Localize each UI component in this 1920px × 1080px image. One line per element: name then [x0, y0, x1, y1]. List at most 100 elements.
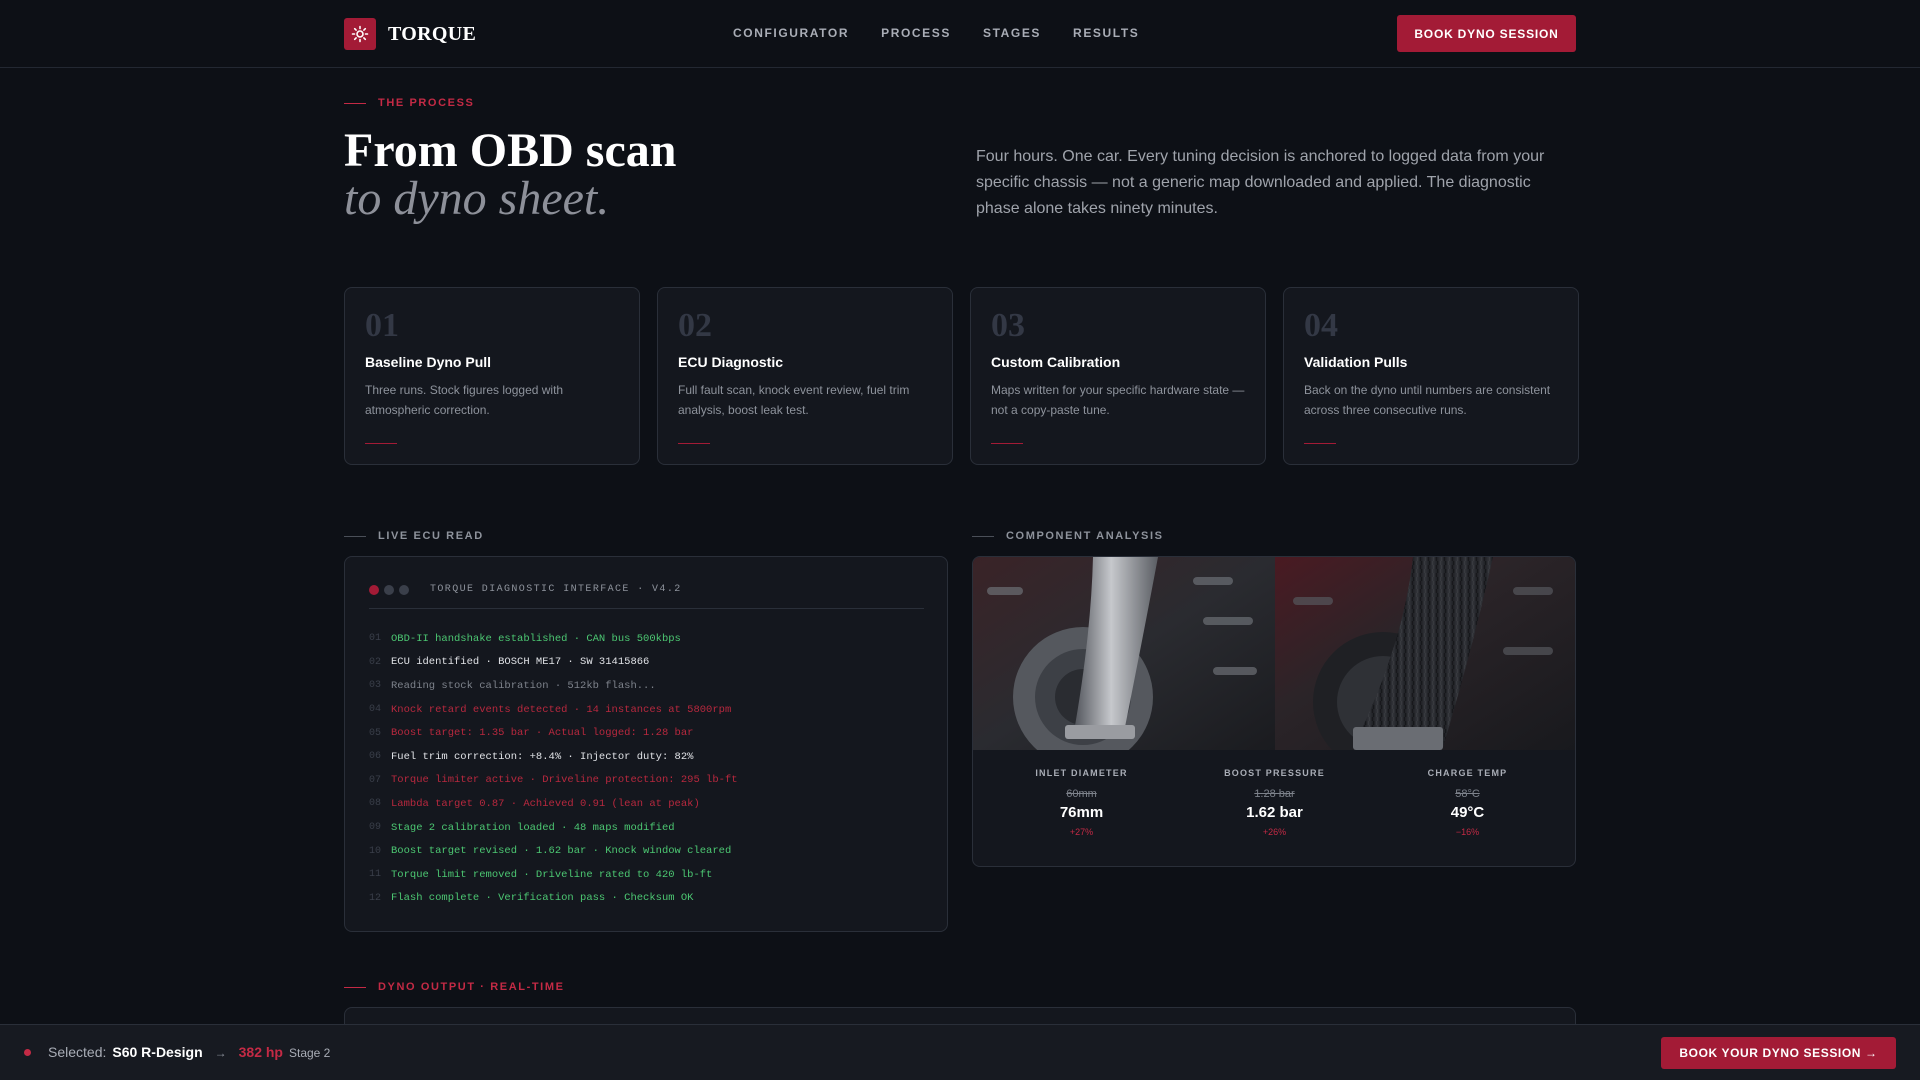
metric-delta: +27% [1069, 827, 1094, 837]
line-text: Torque limit removed · Driveline rated t… [391, 868, 713, 881]
terminal-line: 03 Reading stock calibration · 512kb flas… [369, 674, 929, 698]
component-metrics: INLET DIAMETER 60mm 76mm +27% BOOST PRES… [973, 768, 1575, 837]
terminal-line: 11 Torque limit removed · Driveline rated… [369, 863, 929, 887]
nav-stages[interactable]: STAGES [983, 26, 1041, 40]
line-text: Flash complete · Verification pass · Che… [391, 892, 694, 905]
line-text: ECU identified · BOSCH ME17 · SW 3141586… [391, 656, 650, 669]
line-text: Stage 2 calibration loaded · 48 maps mod… [391, 821, 675, 834]
book-dyno-session-button[interactable]: BOOK DYNO SESSION [1397, 15, 1576, 52]
window-dot-red [369, 585, 379, 595]
brand-logo[interactable]: TORQUE [344, 18, 476, 50]
line-text: OBD-II handshake established · CAN bus 5… [391, 632, 681, 645]
terminal-line: 06 Fuel trim correction: +8.4% · Injector… [369, 745, 929, 769]
window-dot [399, 585, 409, 595]
eyebrow-line [344, 535, 366, 537]
line-text: Knock retard events detected · 14 instan… [391, 703, 732, 716]
step-title: Custom Calibration [991, 354, 1121, 370]
line-number: 05 [369, 727, 382, 739]
metric-old-value: 1.28 bar [1254, 788, 1295, 800]
nav-process[interactable]: PROCESS [881, 26, 951, 40]
nav-configurator[interactable]: CONFIGURATOR [733, 26, 849, 40]
selection-summary: Selected: S60 R-Design → 382 hp Stage 2 [48, 1044, 330, 1060]
line-text: Lambda target 0.87 · Achieved 0.91 (lean… [391, 797, 700, 810]
status-dot [24, 1049, 31, 1056]
line-number: 12 [369, 892, 382, 904]
terminal-line: 09 Stage 2 calibration loaded · 48 maps m… [369, 816, 929, 840]
selection-bar: Selected: S60 R-Design → 382 hp Stage 2 … [0, 1024, 1920, 1080]
component-analysis-card: INLET DIAMETER 60mm 76mm +27% BOOST PRES… [972, 556, 1576, 867]
process-steps: 01 Baseline Dyno Pull Three runs. Stock … [344, 287, 1579, 465]
line-number: 02 [369, 656, 382, 668]
eyebrow-line [972, 535, 994, 537]
line-number: 06 [369, 751, 382, 763]
main-nav: CONFIGURATOR PROCESS STAGES RESULTS [733, 26, 1139, 40]
step-title: Validation Pulls [1304, 354, 1408, 370]
selected-label: Selected: [48, 1044, 107, 1060]
eyebrow-label: LIVE ECU READ [378, 530, 484, 542]
line-text: Torque limiter active · Driveline protec… [391, 774, 738, 787]
metric-old-value: 58°C [1455, 788, 1480, 800]
metric-new-value: 76mm [1059, 804, 1104, 821]
metric-delta: +26% [1262, 827, 1287, 837]
line-number: 04 [369, 704, 382, 716]
ecu-terminal: TORQUE DIAGNOSTIC INTERFACE · V4.2 01 OBD… [344, 556, 948, 932]
step-card: 03 Custom Calibration Maps written for y… [970, 287, 1266, 465]
line-number: 03 [369, 680, 382, 692]
line-number: 01 [369, 633, 382, 645]
hero-description: Four hours. One car. Every tuning decisi… [976, 148, 1545, 217]
metric-new-value: 49°C [1450, 804, 1485, 821]
metric-new-value: 1.62 bar [1246, 804, 1303, 821]
step-card: 02 ECU Diagnostic Full fault scan, knock… [657, 287, 953, 465]
metric-label: INLET DIAMETER [1035, 768, 1128, 778]
step-accent-line [1304, 443, 1336, 444]
step-accent-line [365, 443, 397, 444]
terminal-header: TORQUE DIAGNOSTIC INTERFACE · V4.2 [369, 583, 924, 609]
terminal-line: 04 Knock retard events detected · 14 inst… [369, 698, 929, 722]
step-accent-line [991, 443, 1023, 444]
metric-delta: −16% [1455, 827, 1480, 837]
top-header: TORQUE CONFIGURATOR PROCESS STAGES RESUL… [0, 0, 1920, 68]
terminal-line: 07 Torque limiter active · Driveline prot… [369, 769, 929, 793]
metric-old-value: 60mm [1066, 788, 1097, 800]
metric-inlet-diameter: INLET DIAMETER 60mm 76mm +27% [985, 768, 1178, 837]
hero-title: From OBD scan [344, 124, 677, 177]
line-text: Fuel trim correction: +8.4% · Injector d… [391, 750, 694, 763]
nav-results[interactable]: RESULTS [1073, 26, 1139, 40]
terminal-line: 01 OBD-II handshake established · CAN bus… [369, 627, 929, 651]
terminal-title: TORQUE DIAGNOSTIC INTERFACE · V4.2 [430, 584, 682, 595]
terminal-log: 01 OBD-II handshake established · CAN bus… [369, 627, 929, 910]
line-text: Boost target revised · 1.62 bar · Knock … [391, 845, 732, 858]
step-description: Three runs. Stock figures logged with at… [365, 383, 564, 417]
book-your-dyno-session-button[interactable]: BOOK YOUR DYNO SESSION → [1661, 1037, 1896, 1069]
terminal-line: 02 ECU identified · BOSCH ME17 · SW 31415… [369, 651, 929, 675]
hero-subtitle: to dyno sheet. [344, 172, 610, 225]
step-description: Maps written for your specific hardware … [991, 383, 1245, 417]
process-eyebrow: THE PROCESS [344, 97, 474, 109]
step-accent-line [678, 443, 710, 444]
step-description: Full fault scan, knock event review, fue… [678, 383, 910, 417]
step-number: 02 [678, 307, 712, 344]
terminal-line: 05 Boost target: 1.35 bar · Actual logged… [369, 721, 929, 745]
metric-boost-pressure: BOOST PRESSURE 1.28 bar 1.62 bar +26% [1178, 768, 1371, 837]
brand-name: TORQUE [388, 22, 477, 45]
line-text: Reading stock calibration · 512kb flash.… [391, 679, 656, 692]
sun-gear-icon [344, 18, 376, 50]
terminal-line: 08 Lambda target 0.87 · Achieved 0.91 (le… [369, 792, 929, 816]
line-number: 11 [369, 869, 382, 881]
selected-stage: Stage 2 [288, 1046, 331, 1060]
step-card: 01 Baseline Dyno Pull Three runs. Stock … [344, 287, 640, 465]
eyebrow-line [344, 102, 366, 104]
arrow-icon: → [214, 1046, 227, 1060]
step-description: Back on the dyno until numbers are consi… [1304, 383, 1551, 417]
line-text: Boost target: 1.35 bar · Actual logged: … [391, 727, 694, 740]
line-number: 07 [369, 774, 382, 786]
selected-model: S60 R-Design [112, 1044, 203, 1060]
step-card: 04 Validation Pulls Back on the dyno unt… [1283, 287, 1579, 465]
step-title: Baseline Dyno Pull [365, 354, 492, 370]
step-number: 03 [991, 307, 1025, 344]
dyno-eyebrow: DYNO OUTPUT · REAL-TIME [344, 981, 565, 993]
terminal-line: 12 Flash complete · Verification pass · C… [369, 887, 929, 911]
component-eyebrow: COMPONENT ANALYSIS [972, 530, 1164, 542]
line-number: 08 [369, 798, 382, 810]
eyebrow-line [344, 986, 366, 988]
